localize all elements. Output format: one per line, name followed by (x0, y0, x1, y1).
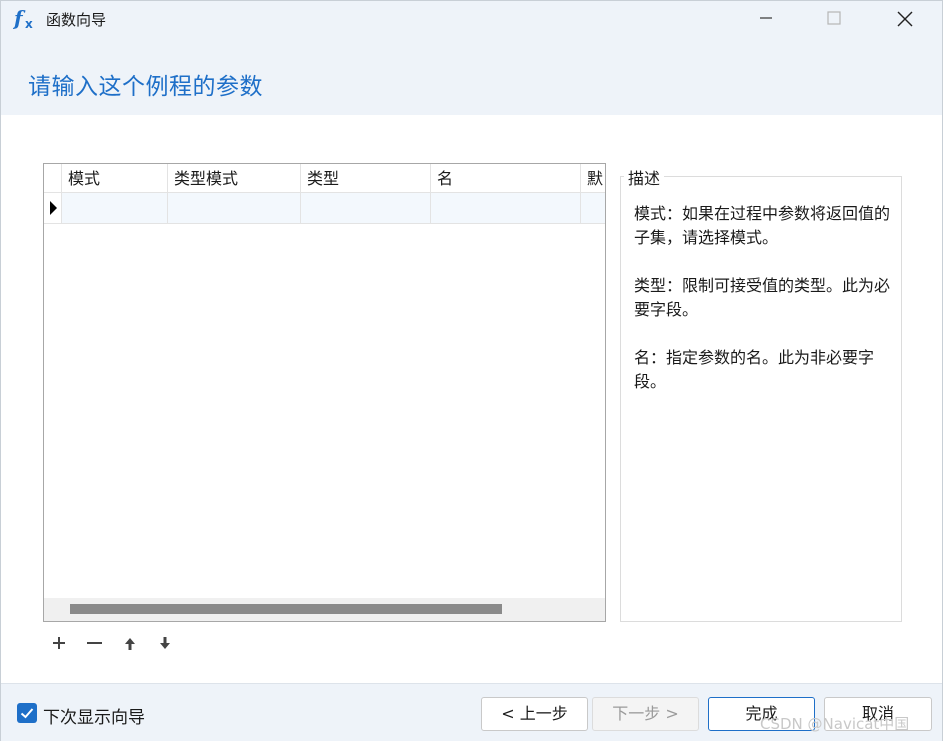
plus-icon (53, 637, 65, 649)
cell-mode[interactable] (61, 193, 167, 223)
show-next-time-label[interactable]: 下次显示向导 (43, 703, 145, 728)
cell-type-mode[interactable] (167, 193, 300, 223)
column-header-default[interactable]: 默 (580, 164, 605, 193)
watermark-text: CSDN @Navicat中国 (760, 715, 910, 733)
cell-default[interactable] (580, 193, 605, 223)
column-header-mode[interactable]: 模式 (61, 164, 167, 193)
minimize-button[interactable] (743, 1, 789, 37)
back-button[interactable]: < 上一步 (481, 697, 588, 731)
cell-type[interactable] (300, 193, 430, 223)
show-next-time-checkbox[interactable] (17, 703, 37, 723)
minus-icon (87, 642, 102, 644)
function-wizard-window: f x 函数向导 请输入这个例程的参数 模式 类型模式 类型 名 默 描述 模式… (0, 0, 943, 741)
column-header-type[interactable]: 类型 (300, 164, 430, 193)
horizontal-scrollbar[interactable] (44, 598, 605, 621)
svg-text:x: x (25, 17, 33, 31)
arrow-down-icon (160, 637, 170, 649)
row-indicator (44, 193, 61, 223)
cell-name[interactable] (430, 193, 580, 223)
title-bar: f x 函数向导 (1, 1, 942, 39)
description-mode-text: 模式：如果在过程中参数将返回值的子集，请选择模式。 (634, 204, 891, 247)
description-type-text: 类型：限制可接受值的类型。此为必要字段。 (634, 276, 891, 319)
checkmark-icon (20, 708, 34, 719)
column-header-type-mode[interactable]: 类型模式 (167, 164, 300, 193)
next-button[interactable]: 下一步 > (592, 697, 699, 731)
scrollbar-thumb[interactable] (70, 604, 502, 614)
minimize-icon (760, 17, 772, 19)
maximize-icon (827, 11, 841, 25)
grid-header: 模式 类型模式 类型 名 默 (44, 164, 605, 193)
parameter-grid[interactable]: 模式 类型模式 类型 名 默 (43, 163, 606, 622)
current-row-arrow-icon (50, 201, 57, 215)
row-indicator-header (44, 164, 61, 193)
table-row[interactable] (44, 193, 605, 224)
remove-parameter-button[interactable] (79, 629, 109, 657)
close-button[interactable] (881, 1, 927, 37)
move-up-button[interactable] (115, 629, 145, 657)
page-title: 请输入这个例程的参数 (28, 74, 263, 100)
close-icon (897, 11, 913, 27)
description-name-text: 名：指定参数的名。此为非必要字段。 (634, 348, 875, 391)
header-area: 请输入这个例程的参数 (1, 39, 942, 115)
maximize-button[interactable] (811, 1, 857, 37)
arrow-up-icon (125, 638, 135, 650)
window-title: 函数向导 (46, 11, 107, 29)
add-parameter-button[interactable] (44, 629, 74, 657)
description-legend: 描述 (624, 165, 665, 189)
move-down-button[interactable] (150, 629, 180, 657)
fx-icon: f x (12, 6, 41, 31)
column-header-name[interactable]: 名 (430, 164, 580, 193)
